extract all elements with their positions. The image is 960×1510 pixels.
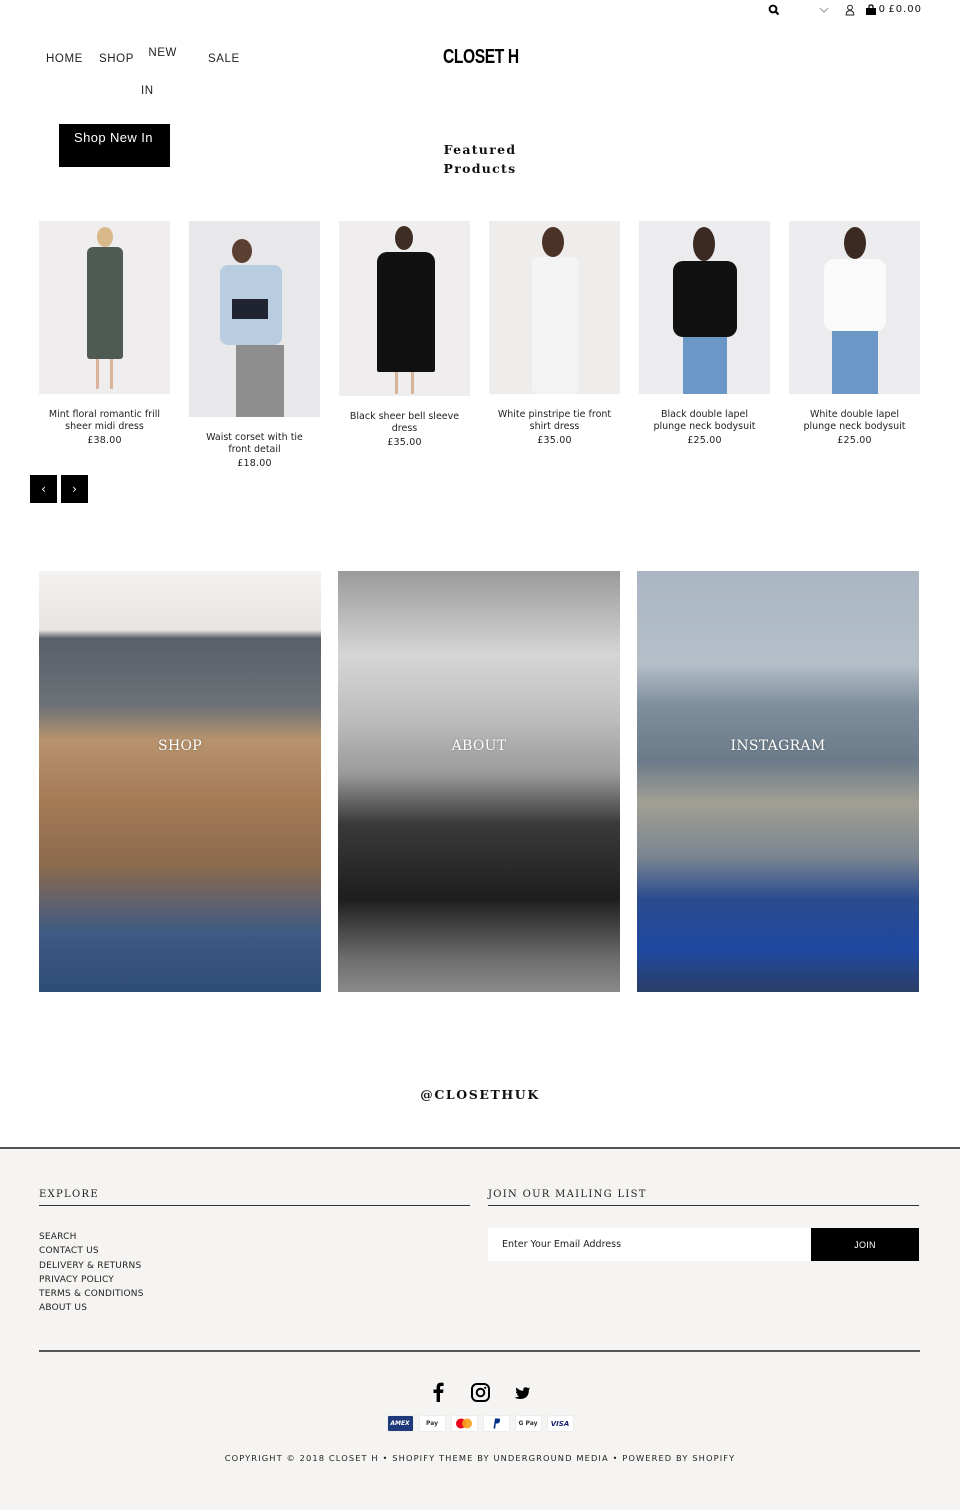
shop-new-in-button[interactable]: Shop New In (59, 124, 170, 167)
product-card[interactable]: White pinstripe tie front shirt dress £3… (489, 221, 620, 446)
product-image[interactable] (789, 221, 920, 394)
nav-shop[interactable]: SHOP (99, 53, 134, 65)
payment-methods: AMEX Pay G Pay VISA (0, 1415, 960, 1432)
about-panel[interactable]: ABOUT (338, 571, 620, 992)
footer-link-terms[interactable]: TERMS & CONDITIONS (39, 1287, 144, 1301)
product-price: £35.00 (537, 435, 572, 446)
product-price: £18.00 (237, 458, 272, 469)
footer-link-contact[interactable]: CONTACT US (39, 1244, 144, 1258)
mastercard-icon (450, 1415, 478, 1432)
social-links (0, 1382, 960, 1402)
product-name[interactable]: Waist corset with tie front detail (189, 432, 320, 455)
about-panel-label[interactable]: ABOUT (338, 738, 620, 754)
amex-icon: AMEX (386, 1415, 414, 1432)
site-logo[interactable]: CLOSET H (443, 46, 519, 69)
copyright-text: COPYRIGHT © 2018 CLOSET H • SHOPIFY THEM… (224, 1453, 736, 1463)
nav-home[interactable]: HOME (46, 53, 83, 65)
search-icon[interactable] (768, 4, 780, 16)
email-input[interactable] (488, 1228, 811, 1261)
product-card[interactable]: Mint floral romantic frill sheer midi dr… (39, 221, 170, 446)
product-name[interactable]: White pinstripe tie front shirt dress (489, 409, 620, 432)
chevron-down-icon[interactable] (818, 4, 830, 16)
product-price: £35.00 (387, 437, 422, 448)
carousel-next-button[interactable]: › (61, 475, 88, 503)
twitter-icon[interactable] (512, 1382, 532, 1402)
product-image[interactable] (489, 221, 620, 394)
cart-total[interactable]: £0.00 (888, 4, 922, 15)
footer-link-about[interactable]: ABOUT US (39, 1301, 144, 1315)
footer-divider (39, 1350, 920, 1352)
product-card[interactable]: Waist corset with tie front detail £18.0… (189, 221, 320, 469)
instagram-handle[interactable]: @CLOSETHUK (0, 1087, 960, 1102)
shopping-bag-icon[interactable] (865, 4, 877, 16)
product-name[interactable]: Black double lapel plunge neck bodysuit (639, 409, 770, 432)
product-image[interactable] (39, 221, 170, 394)
product-image[interactable] (639, 221, 770, 394)
footer-link-search[interactable]: SEARCH (39, 1230, 144, 1244)
mailing-list-heading: JOIN OUR MAILING LIST (488, 1189, 919, 1206)
instagram-panel[interactable]: INSTAGRAM (637, 571, 919, 992)
product-name[interactable]: Mint floral romantic frill sheer midi dr… (39, 409, 170, 432)
footer-link-privacy[interactable]: PRIVACY POLICY (39, 1273, 144, 1287)
visa-icon: VISA (546, 1415, 574, 1432)
nav-new-in[interactable]: NEW IN (141, 34, 177, 110)
product-name[interactable]: White double lapel plunge neck bodysuit (789, 409, 920, 432)
carousel-prev-button[interactable]: ‹ (30, 475, 57, 503)
join-button[interactable]: JOIN (811, 1228, 919, 1261)
product-image[interactable] (339, 221, 470, 396)
nav-sale[interactable]: SALE (208, 53, 240, 65)
product-card[interactable]: Black double lapel plunge neck bodysuit … (639, 221, 770, 446)
instagram-panel-label[interactable]: INSTAGRAM (637, 738, 919, 754)
cart-count[interactable]: 0 (879, 4, 886, 15)
google-pay-icon: G Pay (514, 1415, 542, 1432)
footer-link-delivery[interactable]: DELIVERY & RETURNS (39, 1259, 144, 1273)
apple-pay-icon: Pay (418, 1415, 446, 1432)
shop-panel[interactable]: SHOP (39, 571, 321, 992)
explore-heading: EXPLORE (39, 1189, 470, 1206)
instagram-icon[interactable] (470, 1382, 490, 1402)
footer-links: SEARCH CONTACT US DELIVERY & RETURNS PRI… (39, 1230, 144, 1316)
product-price: £25.00 (837, 435, 872, 446)
nav-new-in-line2: IN (141, 85, 154, 97)
footer: EXPLORE JOIN OUR MAILING LIST SEARCH CON… (0, 1147, 960, 1510)
shop-panel-label[interactable]: SHOP (39, 738, 321, 754)
facebook-icon[interactable] (428, 1382, 448, 1402)
nav-new-in-line1: NEW (148, 47, 177, 59)
product-card[interactable]: White double lapel plunge neck bodysuit … (789, 221, 920, 446)
product-card[interactable]: Black sheer bell sleeve dress £35.00 (339, 221, 470, 448)
product-name[interactable]: Black sheer bell sleeve dress (339, 411, 470, 434)
user-icon[interactable] (844, 4, 856, 16)
product-image[interactable] (189, 221, 320, 417)
featured-products-title: Featured Products (443, 142, 517, 176)
product-price: £38.00 (87, 435, 122, 446)
product-price: £25.00 (687, 435, 722, 446)
paypal-icon (482, 1415, 510, 1432)
